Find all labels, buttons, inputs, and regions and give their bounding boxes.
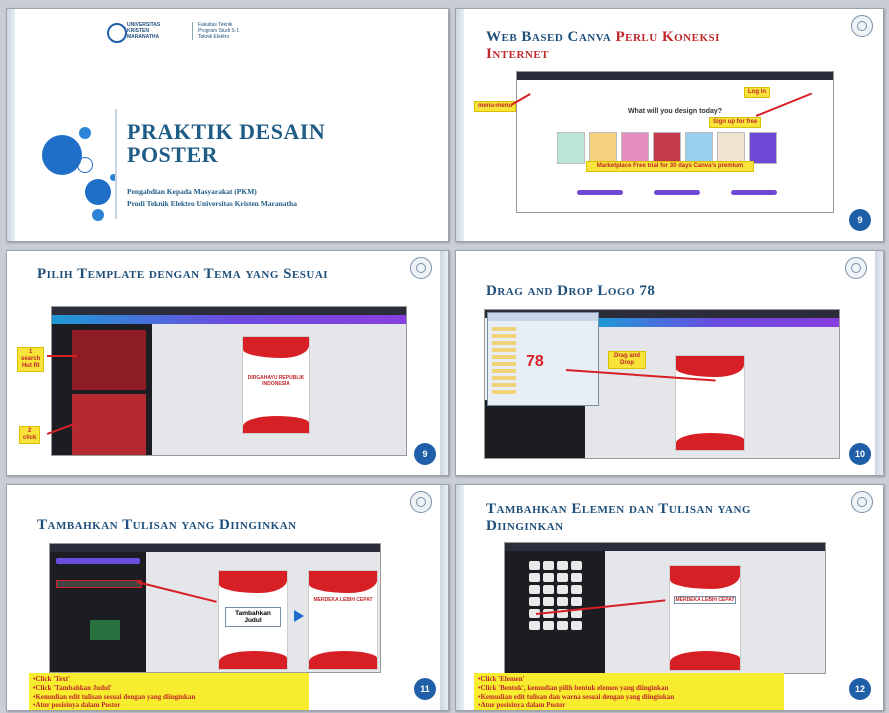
slide-title: Pilih Template dengan Tema yang Sesuai <box>37 266 329 282</box>
canva-editor-screenshot: 78 <box>484 309 840 459</box>
slide-title: Web Based Canva Perlu Koneksi Internet <box>486 29 720 63</box>
browser-bar <box>517 72 833 80</box>
canva-editor-screenshot: DIRGAHAYU REPUBLIK INDONESIA <box>51 306 407 456</box>
slide-9[interactable]: Web Based Canva Perlu Koneksi Internet Wh… <box>455 8 884 242</box>
university-seal-icon <box>845 257 867 279</box>
slide-12[interactable]: Tambahkan Elemen dan Tulisan yang Diingi… <box>455 484 884 711</box>
slide-number: 12 <box>849 678 871 700</box>
template-poster: DIRGAHAYU REPUBLIK INDONESIA <box>242 336 310 434</box>
label-signup: Sign up for free <box>709 117 762 128</box>
browser-bar <box>52 307 406 315</box>
text-callout: Tambahkan Judul <box>225 607 281 627</box>
decor-circle-mid <box>85 179 111 205</box>
university-seal-icon <box>410 257 432 279</box>
arrow-right-icon <box>294 610 304 622</box>
poster-preview <box>675 355 745 451</box>
label-click: 2 click <box>19 426 41 444</box>
canvas-area: DIRGAHAYU REPUBLIK INDONESIA <box>152 324 406 455</box>
browser-bar <box>50 544 380 552</box>
poster-result: MERDEKA LEBIH CEPAT <box>669 565 741 671</box>
poster-after: MERDEKA LEBIH CEPAT <box>308 570 378 670</box>
label-login: Log in <box>744 87 770 98</box>
slide-main-title: PRAKTIK DESAIN POSTER <box>127 119 326 168</box>
browser-bar <box>505 543 825 551</box>
feature-row <box>577 190 777 200</box>
file-explorer-window: 78 <box>487 312 599 406</box>
canvas-area: MERDEKA LEBIH CEPAT <box>605 551 825 673</box>
slide-subtitle: Pengabdian Kepada Masyarakat (PKM) Prodi… <box>127 187 297 208</box>
canva-homepage-screenshot: What will you design today? <box>516 71 834 213</box>
template-thumbnails <box>557 132 777 164</box>
canva-editor-screenshot: MERDEKA LEBIH CEPAT <box>504 542 826 674</box>
slide-11[interactable]: Tambahkan Tulisan yang Diinginkan Tambah… <box>6 484 449 711</box>
slide-number: 11 <box>414 678 436 700</box>
decor-circle-small <box>92 209 104 221</box>
slide-side-stripe <box>456 9 464 241</box>
university-seal-icon <box>851 491 873 513</box>
canva-toolbar <box>52 315 406 324</box>
label-trial: Marketplace Free trial for 30 days Canva… <box>586 161 754 172</box>
text-panel <box>50 552 146 672</box>
slide-title: Tambahkan Elemen dan Tulisan yang Diingi… <box>486 501 751 535</box>
poster-before: Tambahkan Judul <box>218 570 288 670</box>
instruction-list: Click 'Elemen' Click 'Bentuk', kemudian … <box>474 673 784 710</box>
slide-number: 9 <box>849 209 871 231</box>
label-search: 1 search Hut RI <box>17 347 45 372</box>
slide-drag[interactable]: Drag and Drop Logo 78 78 Drag and Drop 1… <box>455 250 884 476</box>
slide-title: Tambahkan Tulisan yang Diinginkan <box>37 517 297 533</box>
slide-title: Drag and Drop Logo 78 <box>486 283 656 299</box>
label-drag-drop: Drag and Drop <box>608 351 646 369</box>
slide-side-stripe <box>440 251 448 475</box>
slide-10[interactable]: Pilih Template dengan Tema yang Sesuai D… <box>6 250 449 476</box>
shape-grid <box>529 561 582 630</box>
slide-title[interactable]: UNIVERSITAS KRISTEN MARANATHA Fakultas Tek… <box>6 8 449 242</box>
logo-78-icon: 78 <box>526 353 544 370</box>
canva-editor-screenshot: Tambahkan Judul MERDEKA LEBIH CEPAT <box>49 543 381 673</box>
university-logo <box>107 23 127 43</box>
decor-circle-medium <box>79 127 91 139</box>
slide-side-stripe <box>7 9 15 241</box>
slide-side-stripe <box>440 485 448 710</box>
canva-toolbar <box>595 318 839 327</box>
instruction-list: Click 'Text' Click 'Tambahkan Judul' Kem… <box>29 673 309 710</box>
template-panel <box>52 324 152 455</box>
faculty-block: Fakultas Teknik Program Studi S-1 Teknik E… <box>192 22 239 40</box>
arrow-search <box>47 355 77 357</box>
slide-side-stripe <box>456 485 464 710</box>
canvas-area: Tambahkan Judul MERDEKA LEBIH CEPAT <box>146 552 380 672</box>
slide-number: 9 <box>414 443 436 465</box>
canvas-area <box>585 327 839 458</box>
canva-headline: What will you design today? <box>627 108 723 115</box>
decor-circle-large <box>42 135 82 175</box>
university-name: UNIVERSITAS KRISTEN MARANATHA <box>127 22 161 40</box>
slide-number: 10 <box>849 443 871 465</box>
label-menu: menu-menu <box>474 101 517 112</box>
elements-panel <box>485 400 585 458</box>
university-seal-icon <box>851 15 873 37</box>
decor-circle-ring <box>77 157 93 173</box>
decor-vertical-line <box>115 109 117 219</box>
slide-side-stripe <box>875 251 883 475</box>
university-seal-icon <box>410 491 432 513</box>
